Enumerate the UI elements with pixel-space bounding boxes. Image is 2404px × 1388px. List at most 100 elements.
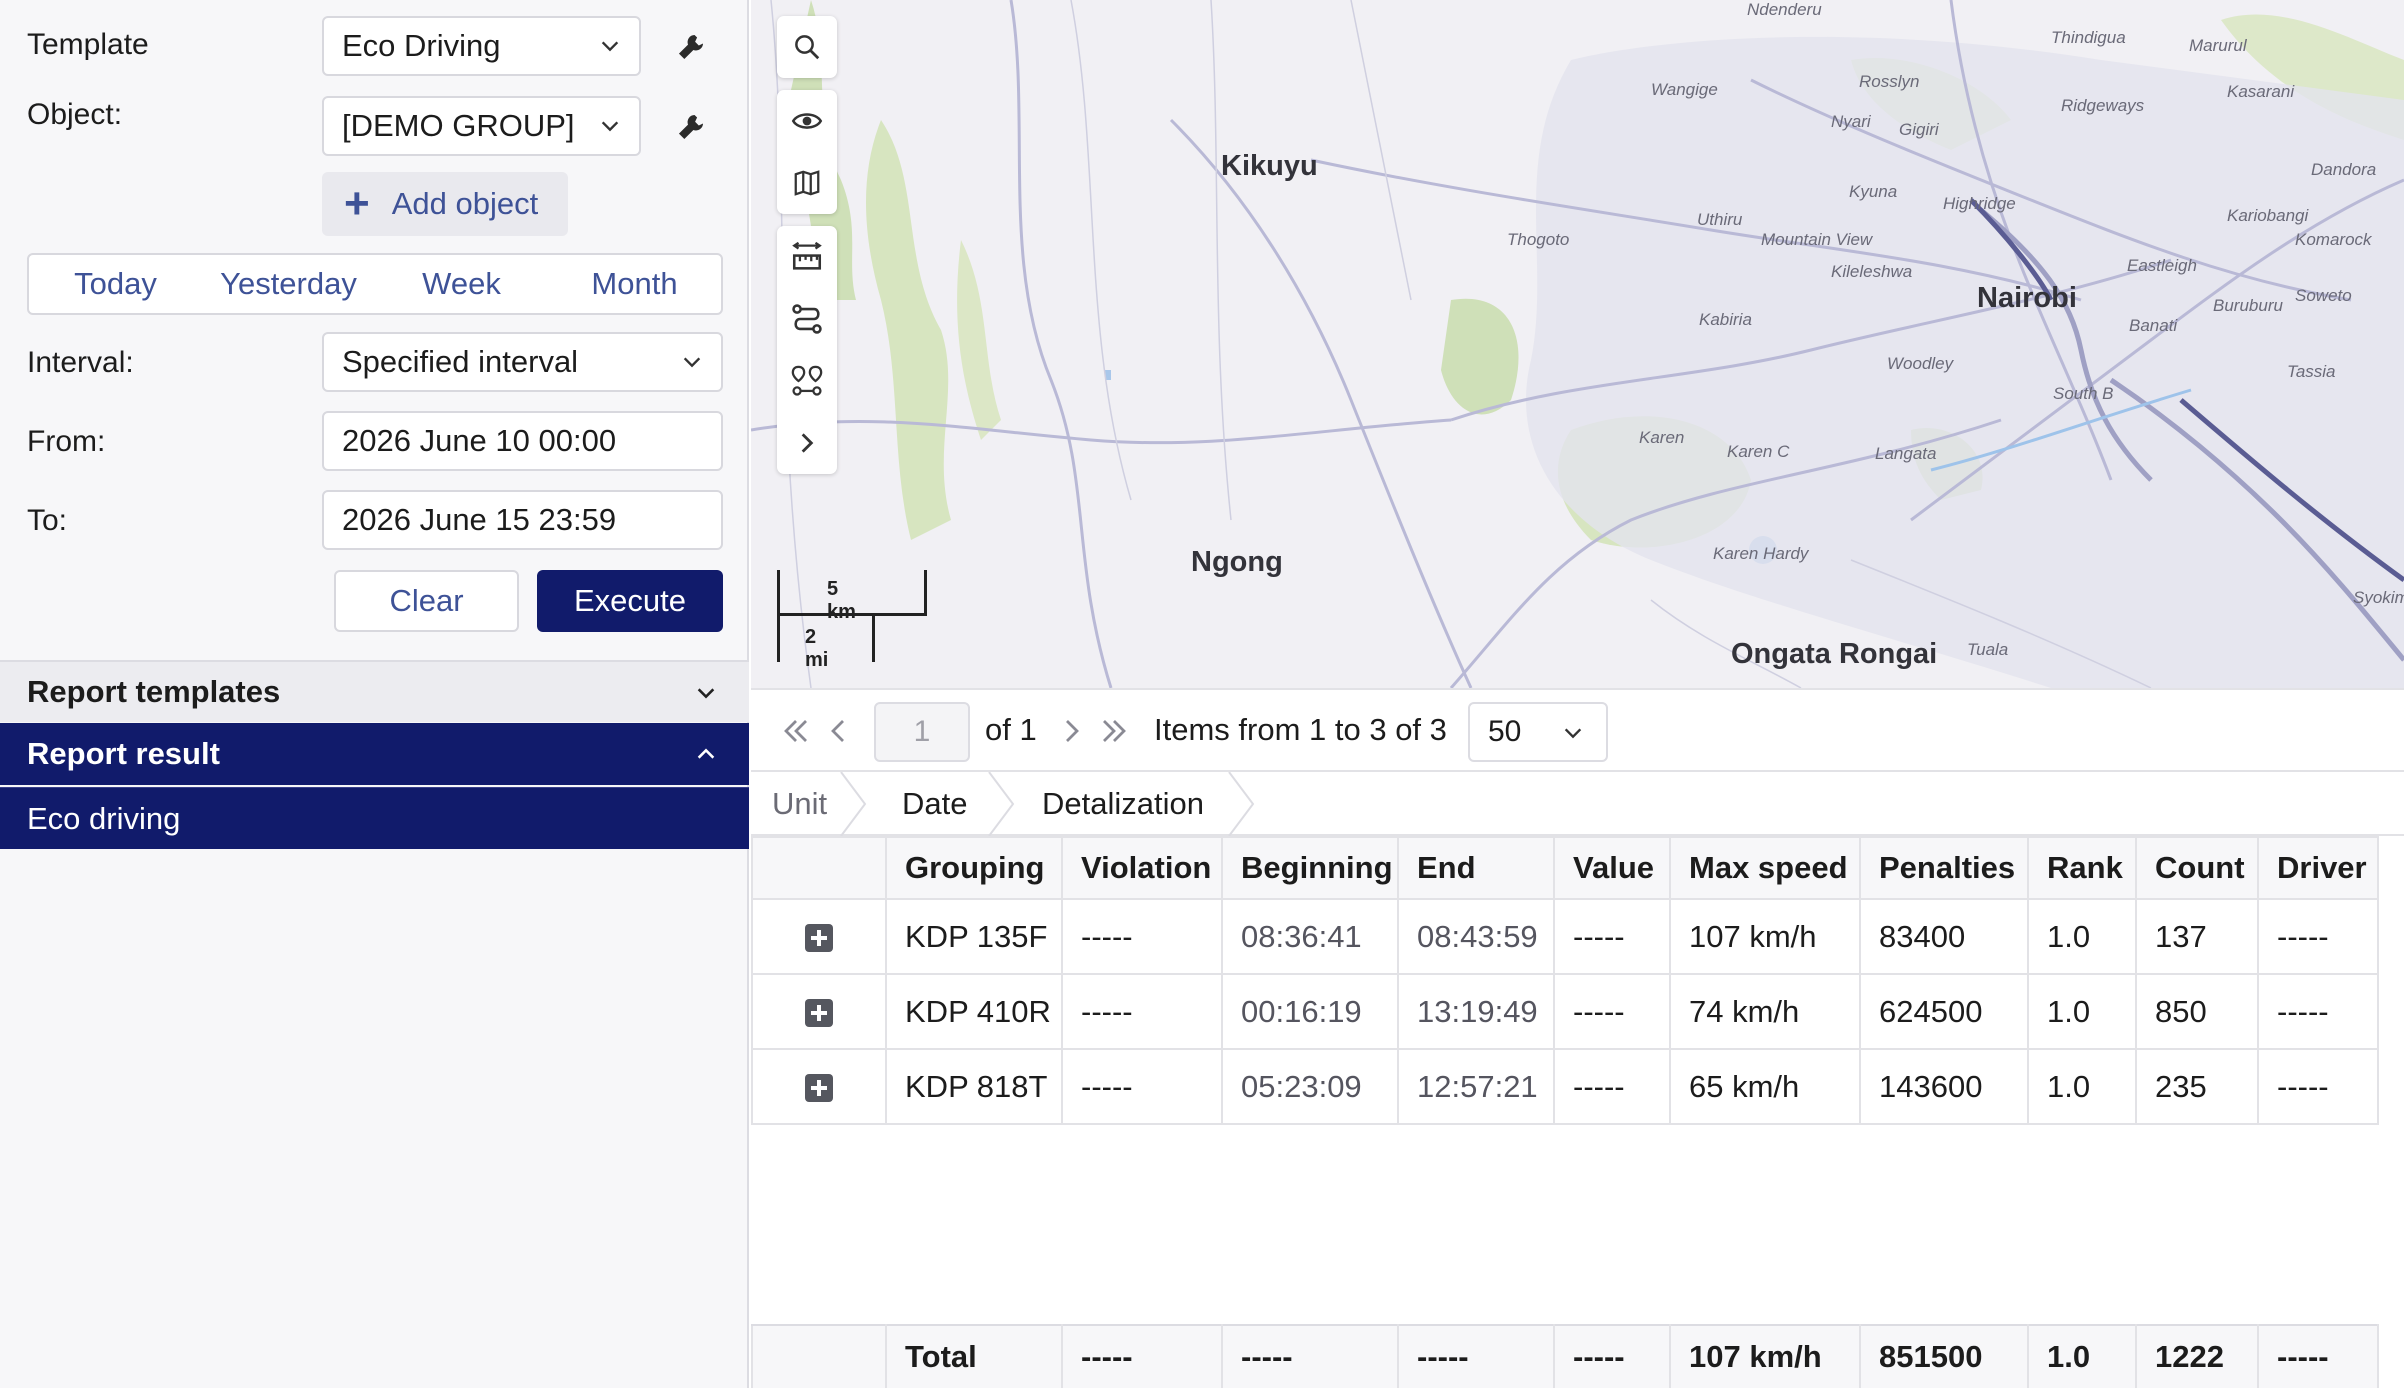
- grouping-breadcrumb: Unit Date Detalization: [751, 772, 2404, 836]
- map-label-kyuna: Kyuna: [1849, 182, 1898, 201]
- map-label-ongata-rongai: Ongata Rongai: [1731, 638, 1938, 670]
- last-page-icon[interactable]: [1099, 716, 1129, 746]
- tab-yesterday[interactable]: Yesterday: [202, 255, 375, 313]
- map-label-nyari: Nyari: [1831, 112, 1871, 131]
- table-cell: -----: [2257, 973, 2379, 1050]
- map-tiles: [751, 0, 2404, 688]
- table-cell: 65 km/h: [1669, 1048, 1861, 1125]
- table-cell: -----: [1061, 898, 1223, 975]
- map-label-woodley: Woodley: [1887, 354, 1954, 373]
- ruler-icon[interactable]: [777, 226, 837, 288]
- template-select[interactable]: Eco Driving: [322, 16, 641, 76]
- to-date-input[interactable]: 2026 June 15 23:59: [322, 490, 723, 550]
- map-label-langata: Langata: [1875, 444, 1937, 463]
- map-label-ndenderu: Ndenderu: [1747, 0, 1822, 19]
- report-templates-label: Report templates: [27, 674, 281, 709]
- breadcrumb-separator: [988, 772, 1015, 836]
- table-row: KDP 410R ----- 00:16:19 13:19:49 ----- 7…: [751, 973, 2379, 1050]
- column-header[interactable]: Penalties: [1859, 836, 2029, 900]
- map-label-syokimau: Syokimau: [2353, 588, 2404, 607]
- interval-label: Interval:: [27, 346, 134, 379]
- tab-month[interactable]: Month: [548, 255, 721, 313]
- map-icon[interactable]: [777, 152, 837, 214]
- map-label-kasarani: Kasarani: [2227, 82, 2295, 101]
- object-select[interactable]: [DEMO GROUP]: [322, 96, 641, 156]
- table-row: KDP 818T ----- 05:23:09 12:57:21 ----- 6…: [751, 1048, 2379, 1125]
- map-label-soweto: Soweto: [2295, 286, 2352, 305]
- report-table: Grouping Violation Beginning End Value M…: [751, 836, 2379, 1125]
- column-header[interactable]: Grouping: [885, 836, 1063, 900]
- map-view[interactable]: Kikuyu Nairobi Ngong Ongata Rongai Ndend…: [751, 0, 2404, 688]
- table-row: KDP 135F ----- 08:36:41 08:43:59 ----- 1…: [751, 898, 2379, 975]
- total-cell: -----: [1397, 1324, 1555, 1388]
- column-header[interactable]: End: [1397, 836, 1555, 900]
- chevron-right-icon[interactable]: [777, 412, 837, 474]
- scale-label-mi: 2 mi: [805, 626, 829, 671]
- pagination-bar: 1 of 1 Items from 1 to 3 of 3 50: [751, 688, 2404, 772]
- column-header[interactable]: Violation: [1061, 836, 1223, 900]
- result-item-eco-driving[interactable]: Eco driving: [0, 787, 749, 849]
- map-label-eastleigh: Eastleigh: [2127, 256, 2197, 275]
- template-label: Template: [27, 28, 149, 61]
- column-header[interactable]: Beginning: [1221, 836, 1399, 900]
- route-icon[interactable]: [777, 288, 837, 350]
- table-cell: -----: [1061, 1048, 1223, 1125]
- to-row: To: 2026 June 15 23:59: [0, 490, 749, 552]
- expand-row-button[interactable]: [751, 973, 887, 1050]
- table-cell: 1.0: [2027, 1048, 2137, 1125]
- map-search-group: [777, 16, 837, 78]
- waypoints-icon[interactable]: [777, 350, 837, 412]
- expand-row-button[interactable]: [751, 1048, 887, 1125]
- column-header[interactable]: Value: [1553, 836, 1671, 900]
- table-cell: 1.0: [2027, 898, 2137, 975]
- table-cell: 143600: [1859, 1048, 2029, 1125]
- total-cell: -----: [1221, 1324, 1399, 1388]
- tab-today[interactable]: Today: [29, 255, 202, 313]
- map-label-wangige: Wangige: [1651, 80, 1718, 99]
- report-result-header[interactable]: Report result: [0, 723, 749, 785]
- map-label-dandora: Dandora: [2311, 160, 2377, 179]
- plus-square-icon: [805, 1074, 833, 1103]
- execute-button[interactable]: Execute: [537, 570, 723, 632]
- table-header-row: Grouping Violation Beginning End Value M…: [751, 836, 2379, 900]
- next-page-icon[interactable]: [1057, 716, 1087, 746]
- previous-page-icon[interactable]: [823, 716, 853, 746]
- report-table-container: Grouping Violation Beginning End Value M…: [751, 836, 2404, 1388]
- map-label-highridge: Highridge: [1943, 194, 2016, 213]
- column-header[interactable]: Rank: [2027, 836, 2137, 900]
- per-page-select[interactable]: 50: [1468, 702, 1608, 762]
- expand-row-button[interactable]: [751, 898, 887, 975]
- search-icon[interactable]: [777, 16, 837, 78]
- object-value: [DEMO GROUP]: [342, 108, 575, 143]
- clear-button[interactable]: Clear: [334, 570, 519, 632]
- map-label-kariobangi: Kariobangi: [2227, 206, 2309, 225]
- tab-week[interactable]: Week: [375, 255, 548, 313]
- period-tabs: Today Yesterday Week Month: [27, 253, 723, 315]
- report-templates-header[interactable]: Report templates: [0, 660, 749, 722]
- from-date-input[interactable]: 2026 June 10 00:00: [322, 411, 723, 471]
- breadcrumb-separator: [840, 772, 867, 836]
- map-label-marurul: Marurul: [2189, 36, 2247, 55]
- map-label-ridgeways: Ridgeways: [2061, 96, 2145, 115]
- column-header[interactable]: Max speed: [1669, 836, 1861, 900]
- interval-row: Interval: Specified interval: [0, 332, 749, 394]
- map-label-gigiri: Gigiri: [1899, 120, 1939, 139]
- interval-select[interactable]: Specified interval: [322, 332, 723, 392]
- page-number-input[interactable]: 1: [874, 702, 970, 762]
- grouping-date[interactable]: Date: [902, 786, 967, 822]
- grouping-detalization[interactable]: Detalization: [1042, 786, 1204, 822]
- template-row: Template Eco Driving: [0, 14, 749, 76]
- first-page-icon[interactable]: [781, 716, 811, 746]
- column-header[interactable]: Count: [2135, 836, 2259, 900]
- column-header[interactable]: Driver: [2257, 836, 2379, 900]
- map-label-karen-c: Karen C: [1727, 442, 1790, 461]
- table-cell: 00:16:19: [1221, 973, 1399, 1050]
- wrench-icon[interactable]: [674, 110, 708, 144]
- table-cell: 08:43:59: [1397, 898, 1555, 975]
- wrench-icon[interactable]: [674, 30, 708, 64]
- add-object-button[interactable]: + Add object: [322, 172, 568, 236]
- map-label-rosslyn: Rosslyn: [1859, 72, 1920, 91]
- grouping-unit[interactable]: Unit: [772, 786, 827, 822]
- eye-icon[interactable]: [777, 90, 837, 152]
- plus-square-icon: [805, 924, 833, 953]
